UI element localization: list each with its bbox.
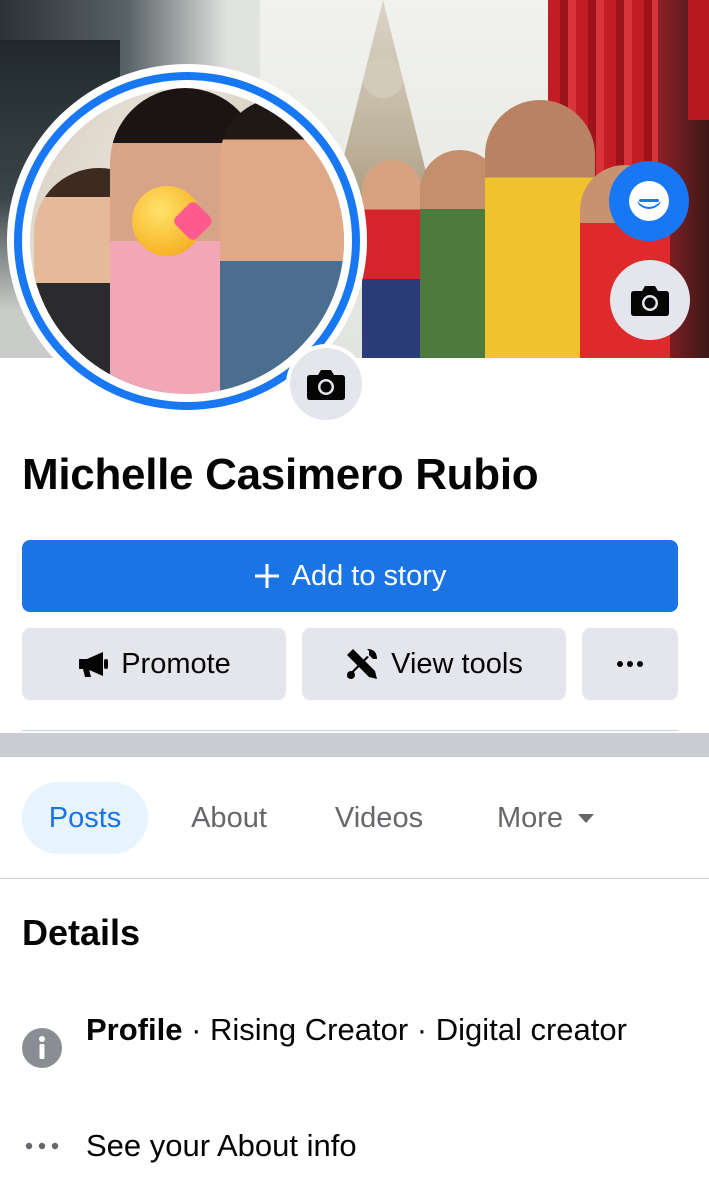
- view-tools-button[interactable]: View tools: [302, 628, 566, 700]
- detail-profile-label: Profile: [86, 1012, 183, 1047]
- tab-about[interactable]: About: [170, 782, 288, 854]
- tab-more-label: More: [496, 801, 564, 834]
- tab-posts-label: Posts: [48, 801, 122, 834]
- tab-about-label: About: [191, 801, 267, 834]
- cover-person-man: [485, 100, 595, 358]
- view-tools-label: View tools: [391, 647, 523, 680]
- details-heading: Details: [22, 912, 141, 953]
- detail-profile-text: Profile · Rising Creator · Digital creat…: [86, 1010, 627, 1050]
- plus-icon: [254, 564, 279, 588]
- tools-icon: [347, 649, 378, 679]
- add-to-story-button[interactable]: Add to story: [22, 540, 678, 612]
- see-about-info-link[interactable]: See your About info: [86, 1126, 357, 1166]
- tab-videos-label: Videos: [334, 801, 424, 834]
- edit-cover-button[interactable]: [610, 260, 690, 340]
- avatar[interactable]: [30, 88, 344, 394]
- info-icon: [22, 1028, 62, 1068]
- tab-videos[interactable]: Videos: [316, 782, 442, 854]
- profile-name: Michelle Casimero Rubio: [22, 450, 539, 499]
- promote-button[interactable]: Promote: [22, 628, 286, 700]
- promote-label: Promote: [121, 647, 231, 680]
- cover-person-baby: [362, 160, 422, 358]
- tabs-divider: [0, 878, 709, 879]
- more-dots-icon: [617, 661, 643, 667]
- section-separator: [0, 733, 709, 757]
- megaphone-icon: [79, 652, 109, 677]
- cover-curtain-right: [688, 0, 709, 120]
- tab-posts[interactable]: Posts: [22, 782, 148, 854]
- tab-more[interactable]: More: [476, 782, 616, 854]
- detail-item-about-link[interactable]: See your About info: [22, 1126, 682, 1166]
- detail-item-profile-category: Profile · Rising Creator · Digital creat…: [22, 1010, 682, 1068]
- add-to-story-label: Add to story: [291, 559, 447, 592]
- detail-profile-category: · Rising Creator · Digital creator: [182, 1012, 627, 1047]
- messenger-icon: [629, 181, 669, 221]
- more-options-button[interactable]: [582, 628, 678, 700]
- camera-icon: [631, 286, 669, 316]
- caret-down-icon: [578, 813, 595, 823]
- messenger-button[interactable]: [609, 161, 689, 241]
- camera-icon: [307, 370, 345, 400]
- edit-profile-picture-button[interactable]: [286, 344, 366, 424]
- more-dots-icon: [22, 1126, 62, 1166]
- divider: [22, 730, 678, 731]
